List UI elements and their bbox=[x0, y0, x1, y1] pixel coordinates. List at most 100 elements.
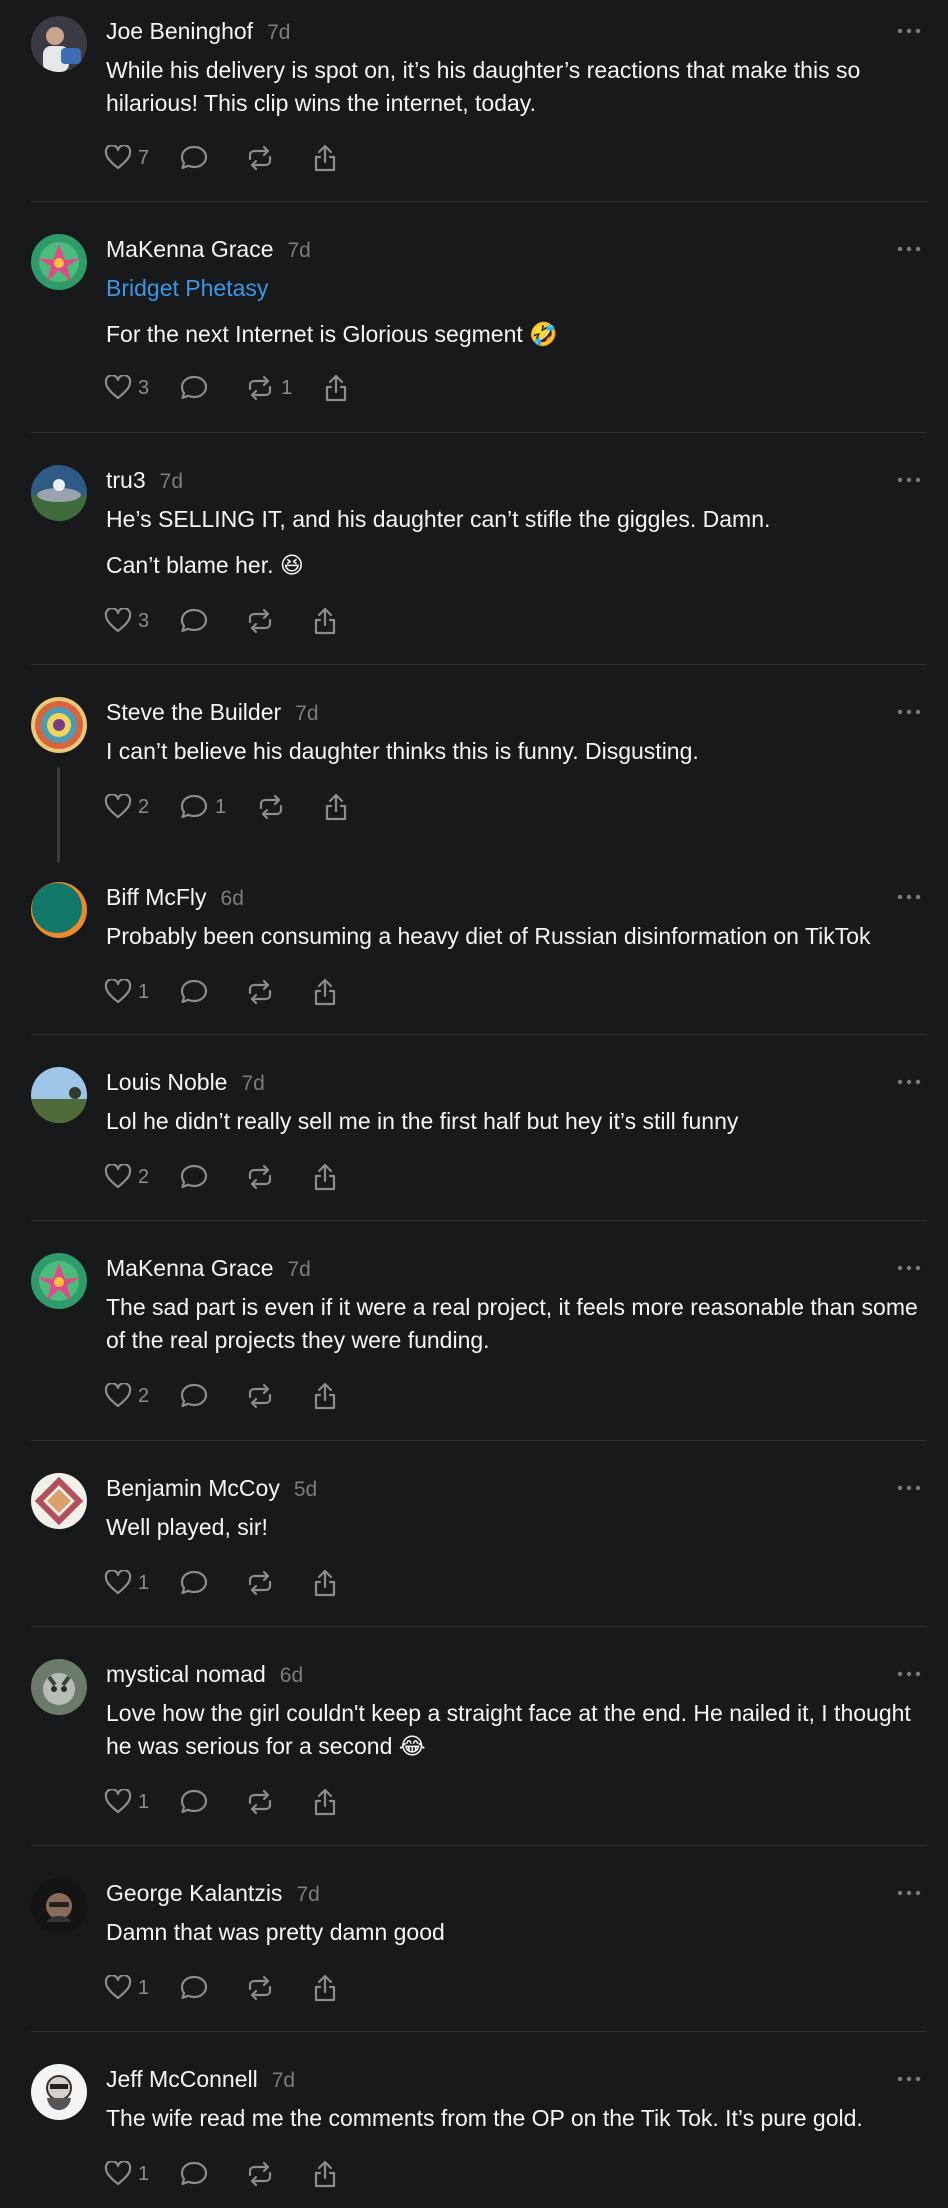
avatar[interactable] bbox=[31, 1253, 87, 1309]
like-button[interactable]: 2 bbox=[104, 1379, 153, 1413]
like-button[interactable]: 1 bbox=[104, 975, 153, 1009]
like-count: 1 bbox=[138, 980, 150, 1003]
like-button[interactable]: 1 bbox=[104, 1971, 153, 2005]
like-button[interactable]: 1 bbox=[104, 2157, 153, 2191]
share-button[interactable] bbox=[311, 141, 339, 175]
username[interactable]: Jeff McConnell bbox=[106, 2066, 258, 2092]
avatar[interactable] bbox=[31, 2064, 87, 2120]
comment-icon bbox=[179, 1163, 209, 1191]
post-time: 7d bbox=[287, 1258, 311, 1281]
username[interactable]: Steve the Builder bbox=[106, 699, 281, 725]
avatar[interactable] bbox=[31, 882, 87, 938]
reply-button[interactable] bbox=[179, 1566, 219, 1600]
repost-button[interactable] bbox=[245, 1160, 285, 1194]
avatar[interactable] bbox=[31, 1659, 87, 1715]
avatar[interactable] bbox=[31, 1878, 87, 1934]
reply-button[interactable] bbox=[179, 975, 219, 1009]
more-icon[interactable] bbox=[896, 707, 922, 717]
post-time: 6d bbox=[220, 887, 244, 910]
avatar[interactable] bbox=[31, 234, 87, 290]
share-button[interactable] bbox=[322, 790, 350, 824]
reply-button[interactable] bbox=[179, 1160, 219, 1194]
avatar[interactable] bbox=[31, 1473, 87, 1529]
more-icon[interactable] bbox=[896, 475, 922, 485]
more-icon[interactable] bbox=[896, 1669, 922, 1679]
heart-icon bbox=[104, 1789, 132, 1815]
share-button[interactable] bbox=[311, 1785, 339, 1819]
reply-button[interactable] bbox=[179, 1379, 219, 1413]
reply-button[interactable] bbox=[179, 371, 219, 405]
more-icon[interactable] bbox=[896, 1077, 922, 1087]
reply-button[interactable] bbox=[179, 2157, 219, 2191]
reply-button[interactable] bbox=[179, 1785, 219, 1819]
more-icon[interactable] bbox=[896, 26, 922, 36]
repost-button[interactable] bbox=[245, 1379, 285, 1413]
avatar[interactable] bbox=[31, 465, 87, 521]
like-button[interactable]: 1 bbox=[104, 1566, 153, 1600]
username[interactable]: Benjamin McCoy bbox=[106, 1475, 280, 1501]
reply-button[interactable]: 1 bbox=[179, 790, 230, 824]
share-button[interactable] bbox=[322, 371, 350, 405]
more-icon[interactable] bbox=[896, 244, 922, 254]
like-button[interactable]: 3 bbox=[104, 604, 153, 638]
username[interactable]: MaKenna Grace bbox=[106, 1255, 273, 1281]
more-icon[interactable] bbox=[896, 2074, 922, 2084]
username[interactable]: Louis Noble bbox=[106, 1069, 227, 1095]
share-button[interactable] bbox=[311, 604, 339, 638]
repost-button[interactable] bbox=[245, 975, 285, 1009]
username[interactable]: mystical nomad bbox=[106, 1661, 266, 1687]
repost-button[interactable] bbox=[245, 1566, 285, 1600]
heart-icon bbox=[104, 145, 132, 171]
like-count: 7 bbox=[138, 146, 150, 169]
more-icon[interactable] bbox=[896, 1483, 922, 1493]
mention-link[interactable]: Bridget Phetasy bbox=[106, 275, 268, 302]
more-icon[interactable] bbox=[896, 892, 922, 902]
share-button[interactable] bbox=[311, 1379, 339, 1413]
repost-button[interactable]: 1 bbox=[245, 371, 296, 405]
username[interactable]: tru3 bbox=[106, 467, 146, 493]
like-count: 1 bbox=[138, 1571, 150, 1594]
repost-icon bbox=[245, 1788, 275, 1816]
repost-button[interactable] bbox=[245, 1971, 285, 2005]
username[interactable]: Biff McFly bbox=[106, 884, 207, 910]
comment-icon bbox=[179, 144, 209, 172]
share-icon bbox=[322, 373, 350, 403]
comment-icon bbox=[179, 793, 209, 821]
like-button[interactable]: 2 bbox=[104, 790, 153, 824]
avatar[interactable] bbox=[31, 16, 87, 72]
share-icon bbox=[311, 977, 339, 1007]
post-text: For the next Internet is Glorious segmen… bbox=[106, 321, 558, 347]
repost-button[interactable] bbox=[245, 604, 285, 638]
reply-count: 1 bbox=[215, 795, 227, 818]
username[interactable]: MaKenna Grace bbox=[106, 236, 273, 262]
like-button[interactable]: 2 bbox=[104, 1160, 153, 1194]
divider bbox=[31, 1034, 927, 1035]
reply-button[interactable] bbox=[179, 141, 219, 175]
like-count: 1 bbox=[138, 2162, 150, 2185]
more-icon[interactable] bbox=[896, 1888, 922, 1898]
repost-button[interactable] bbox=[245, 2157, 285, 2191]
username[interactable]: George Kalantzis bbox=[106, 1880, 282, 1906]
repost-button[interactable] bbox=[245, 141, 285, 175]
share-button[interactable] bbox=[311, 2157, 339, 2191]
repost-button[interactable] bbox=[245, 1785, 285, 1819]
post-text: Well played, sir! bbox=[106, 1514, 268, 1540]
avatar[interactable] bbox=[31, 697, 87, 753]
username[interactable]: Joe Beninghof bbox=[106, 18, 253, 44]
reply-button[interactable] bbox=[179, 1971, 219, 2005]
share-button[interactable] bbox=[311, 1971, 339, 2005]
like-button[interactable]: 3 bbox=[104, 371, 153, 405]
more-icon[interactable] bbox=[896, 1263, 922, 1273]
like-button[interactable]: 1 bbox=[104, 1785, 153, 1819]
like-button[interactable]: 7 bbox=[104, 141, 153, 175]
post-text: I can’t believe his daughter thinks this… bbox=[106, 738, 699, 764]
share-button[interactable] bbox=[311, 1160, 339, 1194]
repost-button[interactable] bbox=[256, 790, 296, 824]
post-time: 7d bbox=[241, 1072, 265, 1095]
share-button[interactable] bbox=[311, 1566, 339, 1600]
share-button[interactable] bbox=[311, 975, 339, 1009]
heart-icon bbox=[104, 1383, 132, 1409]
avatar[interactable] bbox=[31, 1067, 87, 1123]
post-text: The wife read me the comments from the O… bbox=[106, 2105, 863, 2131]
reply-button[interactable] bbox=[179, 604, 219, 638]
